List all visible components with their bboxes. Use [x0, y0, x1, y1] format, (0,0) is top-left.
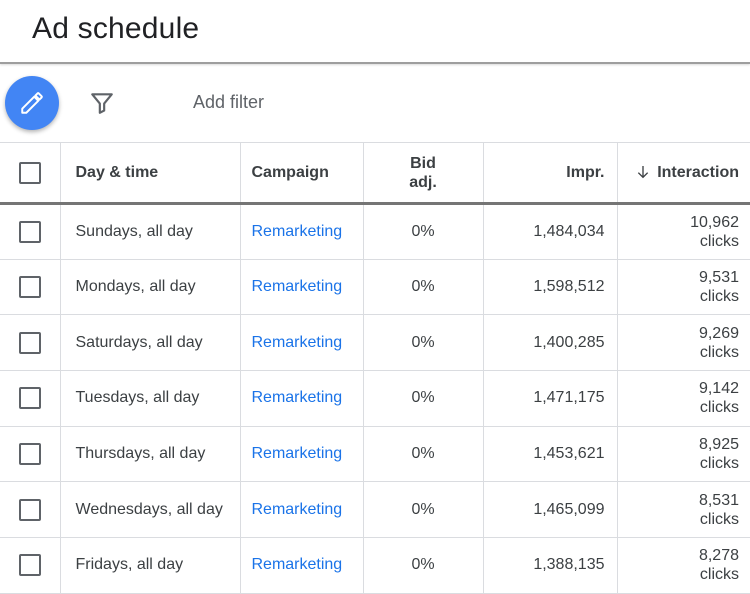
page-header: Ad schedule: [0, 0, 750, 64]
column-header-day[interactable]: Day & time: [60, 142, 241, 205]
bid-adj-cell[interactable]: 0%: [363, 203, 484, 260]
row-checkbox[interactable]: [18, 331, 41, 354]
select-all-cell: [0, 142, 61, 205]
campaign-link[interactable]: Remarketing: [252, 278, 343, 295]
campaign-link[interactable]: Remarketing: [252, 501, 343, 518]
row-checkbox[interactable]: [18, 276, 41, 299]
campaign-cell: Remarketing: [240, 426, 364, 482]
interaction-count: 8,278: [698, 547, 739, 565]
impr-cell: 1,400,285: [483, 314, 618, 371]
bid-header-line2: adj.: [409, 173, 437, 191]
column-header-campaign[interactable]: Campaign: [240, 142, 364, 205]
arrow-down-icon: [638, 166, 649, 179]
row-checkbox[interactable]: [18, 443, 41, 466]
row-checkbox[interactable]: [18, 554, 41, 577]
interaction-count: 9,269: [698, 324, 739, 342]
day-cell: Fridays, all day: [60, 537, 241, 594]
bid-adj-cell[interactable]: 0%: [363, 537, 484, 594]
row-select-cell: [0, 203, 61, 260]
table-row: Tuesdays, all day Remarketing 0% 1,471,175 9…: [0, 370, 750, 427]
campaign-cell: Remarketing: [240, 314, 364, 371]
bid-adj-cell[interactable]: 0%: [363, 259, 484, 315]
interaction-unit: clicks: [699, 288, 739, 306]
interaction-count: 10,962: [690, 213, 739, 231]
table-row: Sundays, all day Remarketing 0% 1,484,034 10…: [0, 203, 750, 260]
interaction-cell: 9,142 clicks: [617, 371, 750, 427]
table-row: Fridays, all day Remarketing 0% 1,388,135 8,…: [0, 537, 750, 594]
add-filter-button[interactable]: Add filter: [193, 92, 264, 113]
page-title: Ad schedule: [32, 12, 200, 45]
interaction-count: 9,531: [698, 269, 739, 287]
day-cell: Wednesdays, all day: [60, 481, 241, 538]
table-row: Saturdays, all day Remarketing 0% 1,400,285…: [0, 314, 750, 371]
interaction-unit: clicks: [699, 510, 739, 528]
impr-cell: 1,471,175: [483, 370, 618, 427]
interaction-cell: 8,925 clicks: [617, 426, 750, 482]
interaction-unit: clicks: [699, 399, 739, 417]
interaction-cell: 9,531 clicks: [617, 259, 750, 315]
campaign-link[interactable]: Remarketing: [252, 389, 343, 406]
bid-adj-cell[interactable]: 0%: [363, 314, 484, 371]
interaction-unit: clicks: [699, 343, 739, 361]
schedule-table: Day & time Campaign Bid adj. Impr. Inter…: [0, 142, 750, 594]
interaction-cell: 8,531 clicks: [617, 482, 750, 538]
row-select-cell: [0, 426, 61, 482]
row-select-cell: [0, 314, 61, 371]
column-header-interaction[interactable]: Interaction: [617, 142, 750, 205]
row-select-cell: [0, 370, 61, 427]
interaction-header-label: Interaction: [657, 163, 739, 181]
row-checkbox[interactable]: [18, 387, 41, 410]
interaction-count: 8,531: [698, 491, 739, 509]
interaction-count: 8,925: [698, 436, 739, 454]
campaign-cell: Remarketing: [240, 259, 364, 315]
day-cell: Saturdays, all day: [60, 314, 241, 371]
interaction-cell: 8,278 clicks: [617, 538, 750, 594]
interaction-cell: 10,962 clicks: [617, 204, 750, 260]
campaign-link[interactable]: Remarketing: [252, 445, 343, 462]
row-select-cell: [0, 259, 61, 315]
bid-adj-cell[interactable]: 0%: [363, 370, 484, 427]
impr-cell: 1,465,099: [483, 481, 618, 538]
campaign-link[interactable]: Remarketing: [252, 223, 343, 240]
campaign-cell: Remarketing: [240, 370, 364, 427]
campaign-cell: Remarketing: [240, 203, 364, 260]
interaction-unit: clicks: [699, 232, 739, 250]
interaction-count: 9,142: [698, 380, 739, 398]
column-header-impr[interactable]: Impr.: [483, 142, 618, 205]
impr-cell: 1,598,512: [483, 259, 618, 315]
day-cell: Sundays, all day: [60, 203, 241, 260]
row-select-cell: [0, 537, 61, 594]
filter-icon[interactable]: [89, 90, 115, 116]
campaign-cell: Remarketing: [240, 537, 364, 594]
day-cell: Tuesdays, all day: [60, 370, 241, 427]
impr-cell: 1,388,135: [483, 537, 618, 594]
edit-button[interactable]: [5, 76, 59, 130]
campaign-link[interactable]: Remarketing: [252, 334, 343, 351]
interaction-unit: clicks: [699, 455, 739, 473]
impr-cell: 1,484,034: [483, 203, 618, 260]
select-all-checkbox[interactable]: [18, 161, 41, 184]
table-row: Wednesdays, all day Remarketing 0% 1,465,09…: [0, 481, 750, 538]
column-header-bid-adj[interactable]: Bid adj.: [363, 142, 484, 205]
row-checkbox[interactable]: [18, 498, 41, 521]
day-cell: Mondays, all day: [60, 259, 241, 315]
toolbar: Add filter: [0, 66, 750, 142]
day-cell: Thursdays, all day: [60, 426, 241, 482]
campaign-link[interactable]: Remarketing: [252, 556, 343, 573]
bid-adj-cell[interactable]: 0%: [363, 426, 484, 482]
table-row: Mondays, all day Remarketing 0% 1,598,512 9,…: [0, 259, 750, 315]
table-row: Thursdays, all day Remarketing 0% 1,453,621…: [0, 426, 750, 482]
impr-cell: 1,453,621: [483, 426, 618, 482]
table-header-row: Day & time Campaign Bid adj. Impr. Inter…: [0, 142, 750, 205]
pencil-icon: [21, 92, 43, 114]
interaction-cell: 9,269 clicks: [617, 315, 750, 371]
row-select-cell: [0, 481, 61, 538]
interaction-unit: clicks: [699, 566, 739, 584]
bid-adj-cell[interactable]: 0%: [363, 481, 484, 538]
row-checkbox[interactable]: [18, 220, 41, 243]
bid-header-line1: Bid: [410, 154, 436, 172]
campaign-cell: Remarketing: [240, 481, 364, 538]
